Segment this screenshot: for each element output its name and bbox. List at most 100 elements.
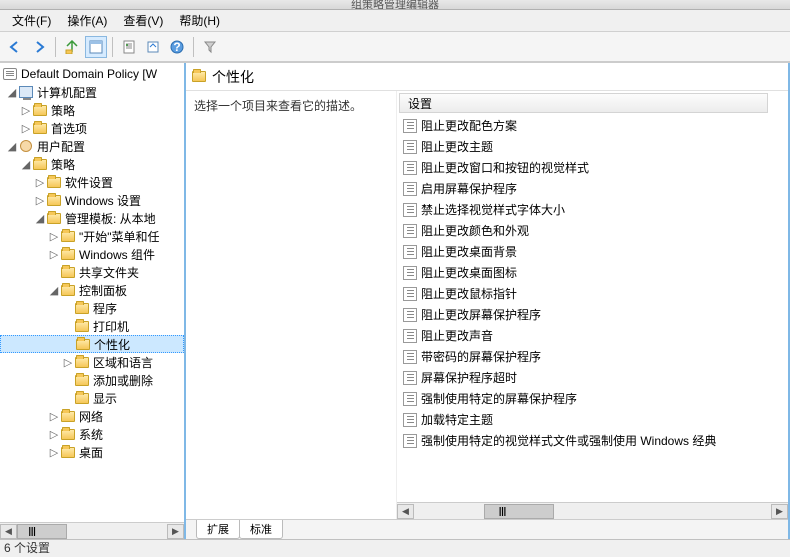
menu-help[interactable]: 帮助(H) — [171, 10, 228, 31]
collapse-icon[interactable]: ◢ — [34, 212, 46, 225]
tree-item[interactable]: ▷Windows 设置 — [0, 191, 184, 209]
tab-extended[interactable]: 扩展 — [196, 520, 240, 539]
show-hide-tree-button[interactable] — [85, 36, 107, 58]
tree-item[interactable]: ▷ 桌面 — [0, 443, 184, 461]
tree-label: 桌面 — [79, 444, 103, 461]
expand-icon[interactable]: ▷ — [34, 176, 46, 189]
tree-item[interactable]: ▷区域和语言 — [0, 353, 184, 371]
collapse-icon[interactable]: ◢ — [20, 158, 32, 171]
computer-icon — [18, 85, 34, 99]
expand-icon[interactable]: ▷ — [48, 428, 60, 441]
tree-item-personalization[interactable]: 个性化 — [0, 335, 184, 353]
settings-item[interactable]: 启用屏幕保护程序 — [399, 178, 788, 199]
settings-item[interactable]: 强制使用特定的屏幕保护程序 — [399, 388, 788, 409]
settings-item-label: 阻止更改鼠标指针 — [421, 285, 517, 302]
column-header-settings[interactable]: 设置 — [399, 93, 768, 113]
back-button[interactable] — [4, 36, 26, 58]
tree-hscrollbar[interactable]: ◀ Ⅲ ▶ — [0, 522, 184, 539]
tree-root[interactable]: Default Domain Policy [W — [0, 65, 184, 83]
scroll-right-icon[interactable]: ▶ — [771, 504, 788, 519]
settings-item[interactable]: 强制使用特定的视觉样式文件或强制使用 Windows 经典 — [399, 430, 788, 451]
export-button[interactable] — [142, 36, 164, 58]
tree-item[interactable]: 添加或删除 — [0, 371, 184, 389]
list-hscrollbar[interactable]: ◀ Ⅲ ▶ — [397, 502, 788, 519]
tree[interactable]: Default Domain Policy [W ◢计算机配置 ▷策略 ▷首选项… — [0, 63, 184, 522]
expand-icon[interactable]: ▷ — [48, 410, 60, 423]
scroll-left-icon[interactable]: ◀ — [0, 524, 17, 539]
settings-item[interactable]: 屏幕保护程序超时 — [399, 367, 788, 388]
scroll-thumb[interactable]: Ⅲ — [17, 524, 67, 539]
expand-icon[interactable]: ▷ — [34, 194, 46, 207]
tree-item[interactable]: ▷网络 — [0, 407, 184, 425]
settings-item[interactable]: 加载特定主题 — [399, 409, 788, 430]
collapse-icon[interactable]: ◢ — [48, 284, 60, 297]
scroll-track[interactable]: Ⅲ — [414, 504, 771, 519]
filter-button[interactable] — [199, 36, 221, 58]
tree-item[interactable]: 显示 — [0, 389, 184, 407]
tab-standard[interactable]: 标准 — [239, 520, 283, 539]
settings-item[interactable]: 阻止更改配色方案 — [399, 115, 788, 136]
menu-action[interactable]: 操作(A) — [59, 10, 115, 31]
tree-label: 共享文件夹 — [79, 264, 139, 281]
expand-icon[interactable]: ▷ — [48, 446, 60, 459]
settings-item[interactable]: 阻止更改窗口和按钮的视觉样式 — [399, 157, 788, 178]
settings-item[interactable]: 阻止更改颜色和外观 — [399, 220, 788, 241]
tree-pane: Default Domain Policy [W ◢计算机配置 ▷策略 ▷首选项… — [0, 63, 186, 539]
scroll-track[interactable]: Ⅲ — [17, 524, 167, 539]
forward-button[interactable] — [28, 36, 50, 58]
settings-item[interactable]: 禁止选择视觉样式字体大小 — [399, 199, 788, 220]
expand-icon[interactable]: ▷ — [20, 122, 32, 135]
settings-item[interactable]: 阻止更改桌面图标 — [399, 262, 788, 283]
folder-icon — [46, 175, 62, 189]
scroll-left-icon[interactable]: ◀ — [397, 504, 414, 519]
settings-item[interactable]: 阻止更改主题 — [399, 136, 788, 157]
settings-item[interactable]: 带密码的屏幕保护程序 — [399, 346, 788, 367]
help-button[interactable]: ? — [166, 36, 188, 58]
menu-file[interactable]: 文件(F) — [4, 10, 59, 31]
tree-item[interactable]: ▷软件设置 — [0, 173, 184, 191]
collapse-icon[interactable]: ◢ — [6, 86, 18, 99]
menu-bar: 文件(F) 操作(A) 查看(V) 帮助(H) — [0, 10, 790, 32]
window-title: 组策略管理编辑器 — [0, 0, 790, 10]
tree-label: 用户配置 — [37, 138, 85, 155]
menu-view[interactable]: 查看(V) — [115, 10, 171, 31]
collapse-icon[interactable]: ◢ — [6, 140, 18, 153]
expand-icon[interactable]: ▷ — [48, 230, 60, 243]
expand-icon[interactable]: ▷ — [48, 248, 60, 261]
tree-item[interactable]: ◢管理模板: 从本地 — [0, 209, 184, 227]
settings-item[interactable]: 阻止更改声音 — [399, 325, 788, 346]
tree-item[interactable]: 程序 — [0, 299, 184, 317]
folder-icon — [32, 157, 48, 171]
tree-label: 打印机 — [93, 318, 129, 335]
tree-label: 个性化 — [94, 336, 130, 353]
tree-computer-config[interactable]: ◢计算机配置 — [0, 83, 184, 101]
tree-item[interactable]: ▷系统 — [0, 425, 184, 443]
up-button[interactable] — [61, 36, 83, 58]
description-panel: 选择一个项目来查看它的描述。 — [186, 91, 396, 519]
properties-button[interactable] — [118, 36, 140, 58]
tree-item[interactable]: ◢策略 — [0, 155, 184, 173]
folder-icon — [60, 409, 76, 423]
scroll-right-icon[interactable]: ▶ — [167, 524, 184, 539]
tree-item[interactable]: ▷首选项 — [0, 119, 184, 137]
settings-item[interactable]: 阻止更改鼠标指针 — [399, 283, 788, 304]
settings-item[interactable]: 阻止更改屏幕保护程序 — [399, 304, 788, 325]
expand-icon[interactable]: ▷ — [62, 356, 74, 369]
settings-item[interactable]: 阻止更改桌面背景 — [399, 241, 788, 262]
tree-item[interactable]: 打印机 — [0, 317, 184, 335]
view-tabs: 扩展 标准 — [186, 519, 788, 539]
settings-list[interactable]: 阻止更改配色方案阻止更改主题阻止更改窗口和按钮的视觉样式启用屏幕保护程序禁止选择… — [397, 115, 788, 502]
settings-item-label: 阻止更改窗口和按钮的视觉样式 — [421, 159, 589, 176]
settings-item-label: 阻止更改声音 — [421, 327, 493, 344]
tree-label: 控制面板 — [79, 282, 127, 299]
tree-item[interactable]: ▷Windows 组件 — [0, 245, 184, 263]
policy-icon — [403, 308, 417, 322]
scroll-thumb[interactable]: Ⅲ — [484, 504, 554, 519]
tree-item[interactable]: ▷"开始"菜单和任 — [0, 227, 184, 245]
expand-icon[interactable]: ▷ — [20, 104, 32, 117]
tree-user-config[interactable]: ◢ 用户配置 — [0, 137, 184, 155]
tree-item[interactable]: ◢ 控制面板 — [0, 281, 184, 299]
folder-icon — [60, 445, 76, 459]
tree-item[interactable]: ▷策略 — [0, 101, 184, 119]
tree-item[interactable]: 共享文件夹 — [0, 263, 184, 281]
